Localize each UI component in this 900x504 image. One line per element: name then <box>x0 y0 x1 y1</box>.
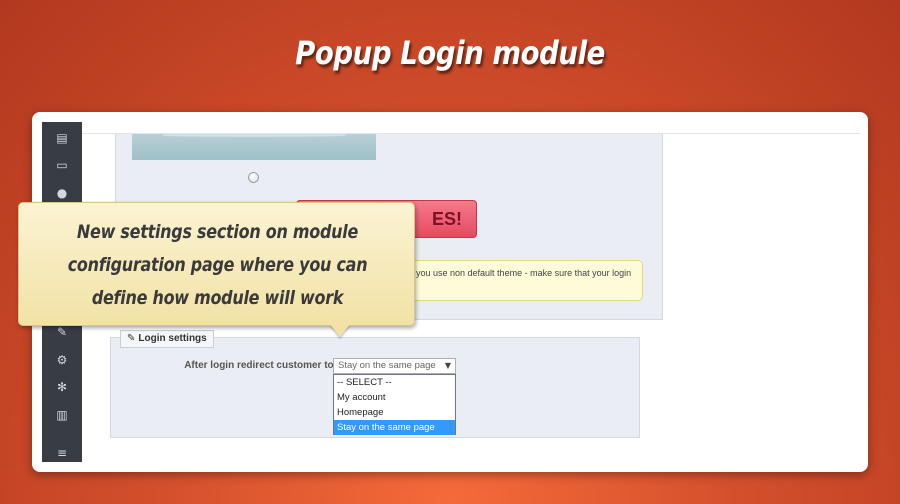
gear-icon[interactable]: ✻ <box>42 377 82 397</box>
callout-box: New settings section on module configura… <box>18 202 415 326</box>
legend-label: Login settings <box>138 333 207 344</box>
redirect-select[interactable]: Stay on the same page ▼ <box>333 358 456 374</box>
redirect-option[interactable]: Homepage <box>334 405 455 420</box>
credit-card-icon[interactable]: ▭ <box>42 155 82 175</box>
users-icon[interactable]: ● <box>42 183 82 203</box>
callout-line: configuration page where you can <box>67 254 368 276</box>
redirect-option[interactable]: -- SELECT -- <box>334 375 455 390</box>
book-icon[interactable]: ▤ <box>42 128 82 148</box>
callout-line: New settings section on module <box>76 221 359 243</box>
wrench-icon: ✎ <box>127 333 136 344</box>
menu-icon[interactable]: ≡ <box>42 443 82 463</box>
callout-pointer <box>330 324 350 337</box>
preview-image <box>132 134 376 160</box>
callout-line: define how module will work <box>91 287 344 309</box>
cogs-icon[interactable]: ⚙ <box>42 350 82 370</box>
login-settings-legend: ✎ Login settings <box>120 330 214 348</box>
callout-text: New settings section on module configura… <box>51 216 384 315</box>
theme-warning-line: you use non default theme - make sure th… <box>416 268 632 278</box>
promo-title: Popup Login module <box>295 34 605 72</box>
preview-radio[interactable] <box>248 172 259 183</box>
redirect-options-list: -- SELECT -- My account Homepage Stay on… <box>333 374 456 435</box>
redirect-field-label: After login redirect customer to: <box>184 360 337 371</box>
theme-warning-note: you use non default theme - make sure th… <box>405 260 643 301</box>
bar-chart-icon[interactable]: ▥ <box>42 405 82 425</box>
redirect-option-selected[interactable]: Stay on the same page <box>334 420 455 435</box>
redirect-select-value: Stay on the same page <box>338 360 436 371</box>
redirect-option[interactable]: My account <box>334 390 455 405</box>
chevron-down-icon: ▼ <box>444 361 451 370</box>
